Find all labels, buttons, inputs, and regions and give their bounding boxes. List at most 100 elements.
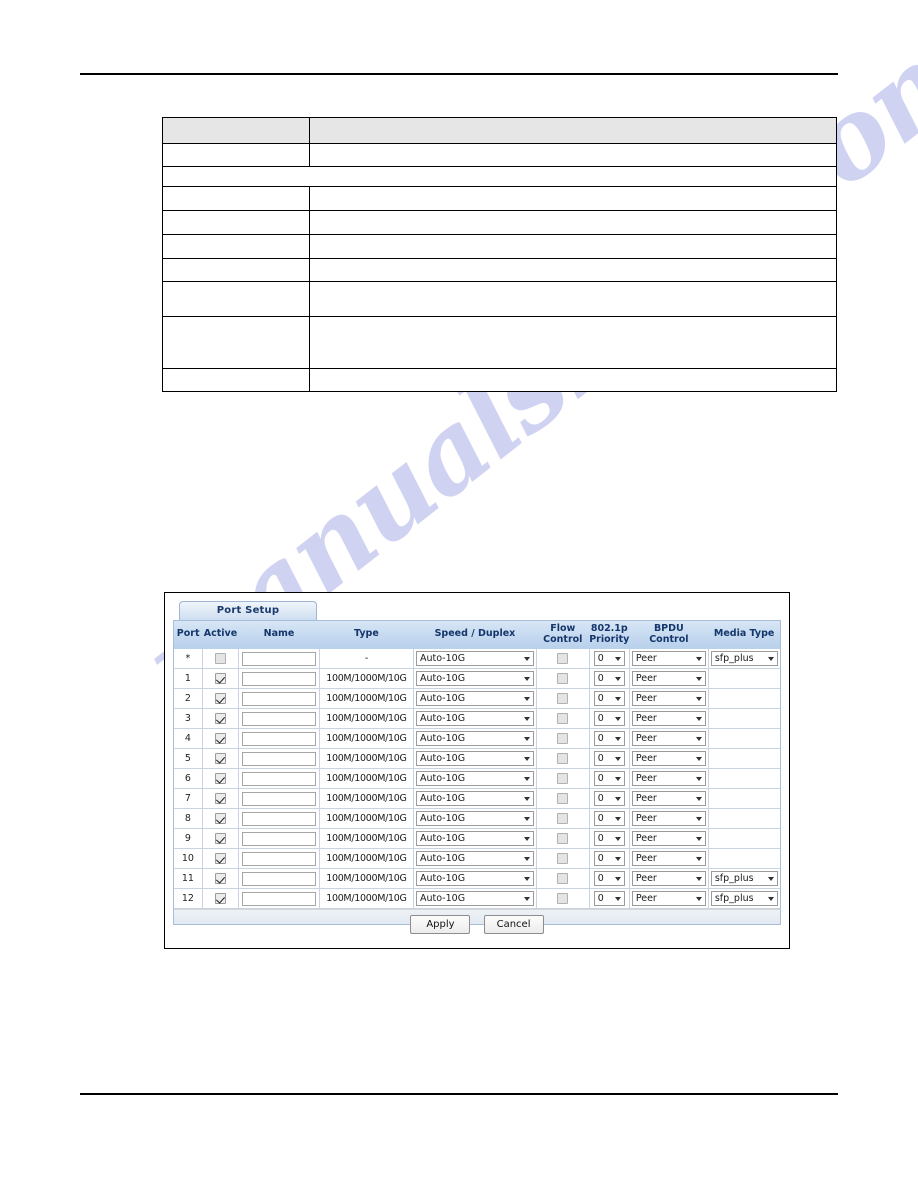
priority-select[interactable]: 0	[593, 651, 625, 667]
bpdu-control-select[interactable]: Peer	[631, 891, 706, 907]
bpdu-control-select-value: Peer	[635, 713, 657, 725]
bpdu-control-select[interactable]: Peer	[631, 851, 706, 867]
active-checkbox[interactable]	[214, 893, 226, 905]
priority-select[interactable]: 0	[593, 711, 625, 727]
bpdu-control-select[interactable]: Peer	[631, 791, 706, 807]
apply-button[interactable]: Apply	[410, 915, 471, 934]
flow-control-checkbox[interactable]	[557, 853, 569, 865]
flow-control-checkbox[interactable]	[557, 733, 569, 745]
flow-control-checkbox[interactable]	[557, 833, 569, 845]
name-input[interactable]	[242, 691, 317, 706]
flow-control-checkbox[interactable]	[557, 813, 569, 825]
priority-select[interactable]: 0	[593, 871, 625, 887]
priority-select[interactable]: 0	[593, 891, 625, 907]
name-input[interactable]	[242, 711, 317, 726]
port-number-cell: 7	[174, 788, 203, 810]
speed-duplex-select[interactable]: Auto-10G	[415, 651, 534, 667]
chevron-down-icon	[614, 757, 621, 762]
active-checkbox[interactable]	[214, 653, 226, 665]
name-input[interactable]	[242, 791, 317, 806]
speed-duplex-select[interactable]: Auto-10G	[415, 711, 534, 727]
active-checkbox[interactable]	[214, 673, 226, 685]
speed-duplex-select[interactable]: Auto-10G	[415, 751, 534, 767]
priority-select[interactable]: 0	[593, 691, 625, 707]
bpdu-control-select[interactable]: Peer	[631, 691, 706, 707]
bpdu-control-select[interactable]: Peer	[631, 711, 706, 727]
priority-select[interactable]: 0	[593, 771, 625, 787]
bpdu-control-select[interactable]: Peer	[631, 651, 706, 667]
tab-port-setup[interactable]: Port Setup	[179, 601, 317, 620]
flow-control-checkbox[interactable]	[557, 653, 569, 665]
name-input[interactable]	[242, 731, 317, 746]
speed-duplex-select[interactable]: Auto-10G	[415, 851, 534, 867]
priority-select[interactable]: 0	[593, 731, 625, 747]
flow-control-checkbox[interactable]	[557, 793, 569, 805]
name-input[interactable]	[242, 831, 317, 846]
speed-duplex-select[interactable]: Auto-10G	[415, 811, 534, 827]
speed-duplex-select[interactable]: Auto-10G	[415, 871, 534, 887]
priority-cell: 0	[589, 728, 630, 750]
cancel-button[interactable]: Cancel	[483, 915, 544, 934]
name-input[interactable]	[242, 891, 317, 906]
priority-select-value: 0	[597, 653, 604, 665]
name-input[interactable]	[242, 751, 317, 766]
flow-control-checkbox[interactable]	[557, 753, 569, 765]
name-input[interactable]	[242, 671, 317, 686]
bpdu-control-select[interactable]: Peer	[631, 731, 706, 747]
media-type-select[interactable]: sfp_plus	[710, 891, 778, 907]
active-checkbox[interactable]	[214, 773, 226, 785]
priority-select[interactable]: 0	[593, 851, 625, 867]
priority-select[interactable]: 0	[593, 671, 625, 687]
priority-select[interactable]: 0	[593, 831, 625, 847]
port-setup-grid: Port Active Name Type Speed / Duplex Flo…	[173, 620, 781, 926]
bpdu-control-select[interactable]: Peer	[631, 871, 706, 887]
speed-duplex-select-value: Auto-10G	[419, 893, 466, 905]
active-checkbox[interactable]	[214, 693, 226, 705]
flow-control-checkbox[interactable]	[557, 693, 569, 705]
active-checkbox[interactable]	[214, 713, 226, 725]
flow-control-checkbox[interactable]	[557, 673, 569, 685]
name-input[interactable]	[242, 771, 317, 786]
active-checkbox[interactable]	[214, 813, 226, 825]
speed-duplex-select[interactable]: Auto-10G	[415, 891, 534, 907]
active-checkbox[interactable]	[214, 853, 226, 865]
name-input[interactable]	[242, 851, 317, 866]
active-checkbox[interactable]	[214, 733, 226, 745]
bpdu-control-select[interactable]: Peer	[631, 751, 706, 767]
active-checkbox[interactable]	[214, 793, 226, 805]
media-type-select[interactable]: sfp_plus	[710, 871, 778, 887]
port-row: 10 100M/1000M/10G Auto-10G 0 Peer	[174, 848, 780, 870]
priority-select[interactable]: 0	[593, 751, 625, 767]
bpdu-control-select[interactable]: Peer	[631, 671, 706, 687]
col-header-flow-line2: Control	[543, 633, 583, 645]
active-checkbox[interactable]	[214, 753, 226, 765]
priority-select[interactable]: 0	[593, 791, 625, 807]
active-checkbox[interactable]	[214, 833, 226, 845]
name-input[interactable]	[242, 811, 317, 826]
priority-select[interactable]: 0	[593, 811, 625, 827]
flow-control-checkbox[interactable]	[557, 873, 569, 885]
speed-duplex-select[interactable]: Auto-10G	[415, 771, 534, 787]
col-header-port: Port	[174, 621, 203, 650]
speed-duplex-select[interactable]: Auto-10G	[415, 831, 534, 847]
name-input[interactable]	[242, 651, 317, 666]
bpdu-control-select[interactable]: Peer	[631, 831, 706, 847]
chevron-down-icon	[614, 877, 621, 882]
name-input[interactable]	[242, 871, 317, 886]
media-type-select[interactable]: sfp_plus	[710, 651, 778, 667]
active-checkbox[interactable]	[214, 873, 226, 885]
speed-duplex-select[interactable]: Auto-10G	[415, 791, 534, 807]
flow-control-checkbox[interactable]	[557, 713, 569, 725]
speed-duplex-select[interactable]: Auto-10G	[415, 691, 534, 707]
speed-duplex-select[interactable]: Auto-10G	[415, 671, 534, 687]
flow-control-checkbox[interactable]	[557, 893, 569, 905]
speed-duplex-select[interactable]: Auto-10G	[415, 731, 534, 747]
chevron-down-icon	[523, 897, 530, 902]
port-number-cell: 3	[174, 708, 203, 730]
priority-cell: 0	[589, 668, 630, 690]
active-cell	[202, 668, 240, 690]
bpdu-control-select[interactable]: Peer	[631, 811, 706, 827]
flow-control-checkbox[interactable]	[557, 773, 569, 785]
priority-select-value: 0	[597, 753, 604, 765]
bpdu-control-select[interactable]: Peer	[631, 771, 706, 787]
